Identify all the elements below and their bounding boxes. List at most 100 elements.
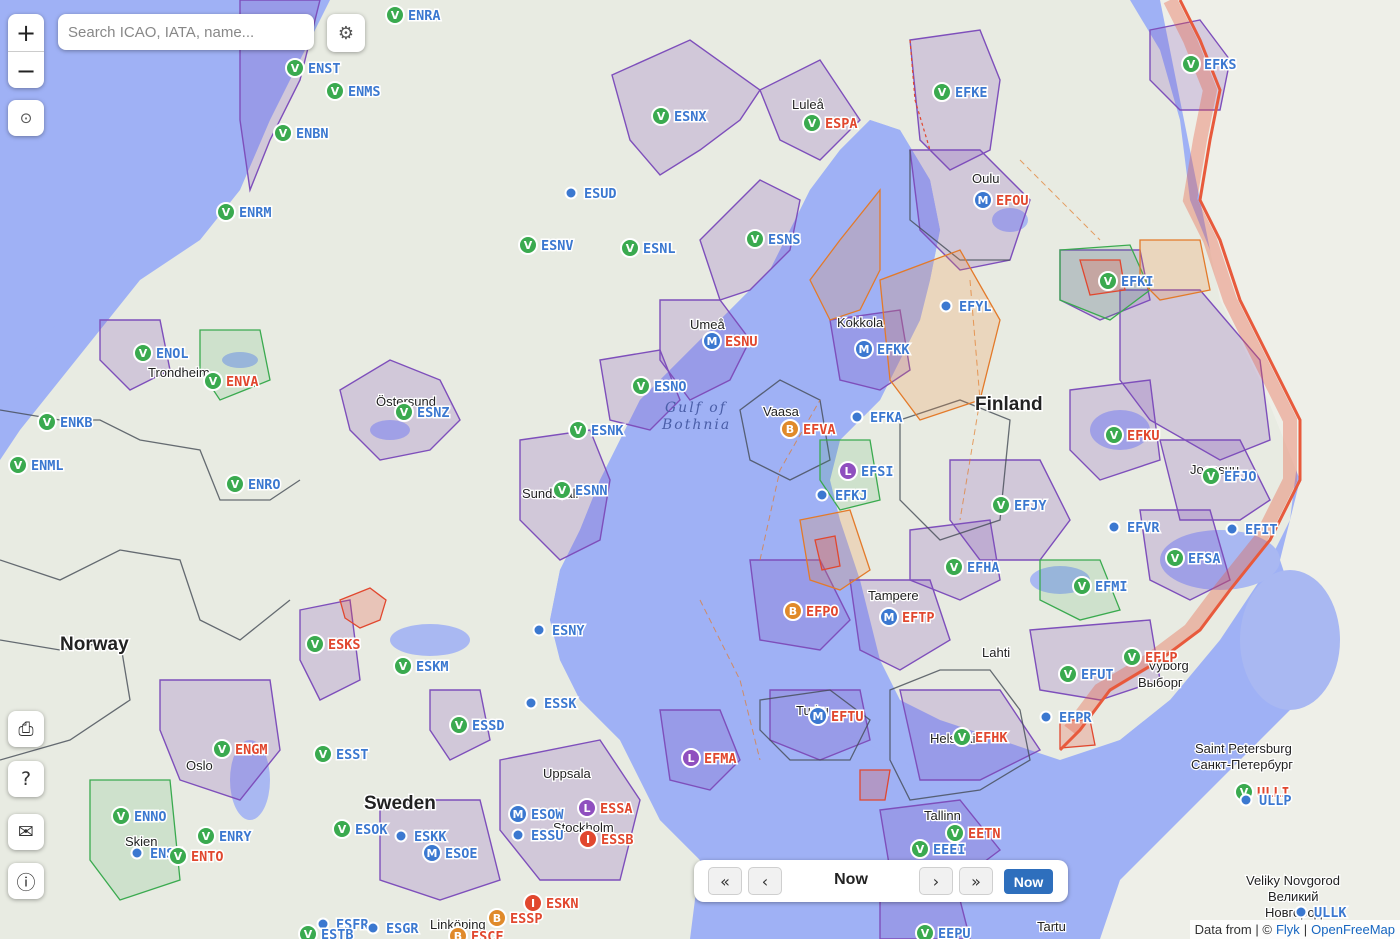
airspace-map[interactable]: Finland Norway Sweden Gulf of Bothnia Lu… xyxy=(0,0,1400,939)
attribution-prefix: Data from | © xyxy=(1194,922,1272,937)
airport-marker-efku[interactable]: V EFKU xyxy=(1104,425,1161,446)
airport-marker-eftp[interactable]: M EFTP xyxy=(879,607,936,628)
airport-symbol xyxy=(1239,793,1253,807)
airport-marker-efjo[interactable]: V EFJO xyxy=(1201,466,1258,487)
airport-marker-efou[interactable]: M EFOU xyxy=(973,190,1030,211)
airport-marker-efva[interactable]: B EFVA xyxy=(780,419,837,440)
airport-marker-esok[interactable]: V ESOK xyxy=(332,819,390,840)
airport-marker-efkk[interactable]: M EFKK xyxy=(854,339,912,360)
airport-marker-esoe[interactable]: M ESOE xyxy=(422,843,479,864)
time-next-button[interactable]: › xyxy=(919,867,953,895)
airport-marker-efsa[interactable]: V EFSA xyxy=(1165,548,1222,569)
zoom-out-button[interactable]: − xyxy=(8,52,44,89)
place-label: Lahti xyxy=(982,645,1010,660)
contact-button[interactable]: ✉ xyxy=(8,814,44,850)
openfreemap-link[interactable]: OpenFreeMap xyxy=(1311,922,1395,937)
country-label-norway: Norway xyxy=(60,634,129,655)
airport-type-letter: V xyxy=(916,843,925,856)
place-label: Tallinn xyxy=(924,808,961,823)
airport-marker-ento[interactable]: V ENTO xyxy=(168,846,225,867)
airport-marker-esow[interactable]: M ESOW xyxy=(508,804,566,825)
place-label: Kokkola xyxy=(837,315,884,330)
airport-code-label: EFMA xyxy=(704,751,737,767)
airport-marker-esst[interactable]: V ESST xyxy=(313,744,370,765)
airport-code-label: ENRY xyxy=(219,829,252,845)
search-input[interactable] xyxy=(58,14,314,50)
airport-marker-esnz[interactable]: V ESNZ xyxy=(394,402,451,423)
airport-marker-enms[interactable]: V ENMS xyxy=(325,81,382,102)
airport-marker-esnv[interactable]: V ESNV xyxy=(518,235,575,256)
airport-marker-eskm[interactable]: V ESKM xyxy=(393,656,450,677)
airport-marker-engm[interactable]: V ENGM xyxy=(212,739,269,760)
airport-marker-efke[interactable]: V EFKE xyxy=(932,82,989,103)
airport-marker-eetn[interactable]: V EETN xyxy=(945,823,1002,844)
airport-marker-eskn[interactable]: I ESKN xyxy=(523,893,580,914)
airport-marker-enol[interactable]: V ENOL xyxy=(133,343,190,364)
sea-label-line2: Bothnia xyxy=(661,417,731,433)
airport-marker-efha[interactable]: V EFHA xyxy=(944,557,1001,578)
info-button[interactable]: ⓘ xyxy=(8,863,44,899)
airport-marker-eepu[interactable]: V EEPU xyxy=(915,923,972,939)
time-now-button[interactable]: Now xyxy=(1004,869,1053,894)
airport-marker-efks[interactable]: V EFKS xyxy=(1181,54,1238,75)
airport-type-letter: B xyxy=(786,423,794,436)
airport-marker-enno[interactable]: V ENNO xyxy=(111,806,168,827)
airport-marker-eeei[interactable]: V EEEI xyxy=(910,839,967,860)
airport-marker-esno[interactable]: V ESNO xyxy=(631,376,688,397)
airport-marker-estb[interactable]: V ESTB xyxy=(298,924,355,939)
zoom-in-button[interactable]: + xyxy=(8,14,44,52)
airport-marker-eflp[interactable]: V EFLP xyxy=(1122,647,1179,668)
airport-code-label: ESKM xyxy=(416,659,449,675)
airport-marker-enva[interactable]: V ENVA xyxy=(203,371,260,392)
locate-button[interactable]: ⊙ xyxy=(8,100,44,136)
time-first-button[interactable]: « xyxy=(708,867,742,895)
airport-marker-enst[interactable]: V ENST xyxy=(285,58,342,79)
airport-marker-enbn[interactable]: V ENBN xyxy=(273,123,330,144)
help-button[interactable]: ? xyxy=(8,761,44,797)
airport-marker-efsi[interactable]: L EFSI xyxy=(838,461,895,482)
airport-marker-esnk[interactable]: V ESNK xyxy=(568,420,626,441)
airport-marker-esks[interactable]: V ESKS xyxy=(305,634,362,655)
airport-marker-efjy[interactable]: V EFJY xyxy=(991,495,1049,516)
airport-marker-efmi[interactable]: V EFMI xyxy=(1072,576,1129,597)
airport-symbol xyxy=(1107,520,1121,534)
airport-marker-enml[interactable]: V ENML xyxy=(8,455,65,476)
airport-marker-essp[interactable]: B ESSP xyxy=(487,908,544,929)
airport-code-label: ESNV xyxy=(541,238,574,254)
airport-code-label: ESKK xyxy=(414,829,447,845)
airport-type-letter: M xyxy=(513,808,524,821)
airport-marker-espa[interactable]: V ESPA xyxy=(802,113,859,134)
airport-marker-essd[interactable]: V ESSD xyxy=(449,715,506,736)
airport-code-label: EFKA xyxy=(870,410,903,426)
airport-code-label: ENRA xyxy=(408,8,441,24)
flyk-link[interactable]: Flyk xyxy=(1276,922,1300,937)
airport-marker-efhk[interactable]: V EFHK xyxy=(952,727,1010,748)
airport-marker-enkb[interactable]: V ENKB xyxy=(37,412,94,433)
airport-marker-esns[interactable]: V ESNS xyxy=(745,229,802,250)
airport-code-label: EFTU xyxy=(831,709,864,725)
airport-marker-eftu[interactable]: M EFTU xyxy=(808,706,865,727)
time-prev-button[interactable]: ‹ xyxy=(748,867,782,895)
airport-marker-esnl[interactable]: V ESNL xyxy=(620,238,677,259)
airport-type-letter: M xyxy=(427,847,438,860)
airport-marker-essb[interactable]: I ESSB xyxy=(578,829,635,850)
airport-marker-enry[interactable]: V ENRY xyxy=(196,826,254,847)
airport-marker-efut[interactable]: V EFUT xyxy=(1058,664,1115,685)
airport-marker-essa[interactable]: L ESSA xyxy=(577,798,634,819)
airport-code-label: ESPA xyxy=(825,116,858,132)
airport-marker-escf[interactable]: B ESCF xyxy=(448,926,505,939)
airport-marker-enro[interactable]: V ENRO xyxy=(225,474,282,495)
airport-marker-esnx[interactable]: V ESNX xyxy=(651,106,708,127)
layers-button[interactable]: ⎙ xyxy=(8,711,44,747)
airport-marker-esnn[interactable]: V ESNN xyxy=(552,480,609,501)
airport-marker-efpo[interactable]: B EFPO xyxy=(783,601,840,622)
time-last-button[interactable]: » xyxy=(959,867,993,895)
airport-symbol xyxy=(130,846,144,860)
airport-code-label: ULLK xyxy=(1314,905,1347,921)
airport-marker-efki[interactable]: V EFKI xyxy=(1098,271,1155,292)
airport-marker-efma[interactable]: L EFMA xyxy=(681,748,738,769)
airport-marker-enra[interactable]: V ENRA xyxy=(385,5,442,26)
settings-button[interactable]: ⚙ xyxy=(327,14,365,52)
airport-marker-esnu[interactable]: M ESNU xyxy=(702,331,759,352)
airport-marker-enrm[interactable]: V ENRM xyxy=(216,202,273,223)
